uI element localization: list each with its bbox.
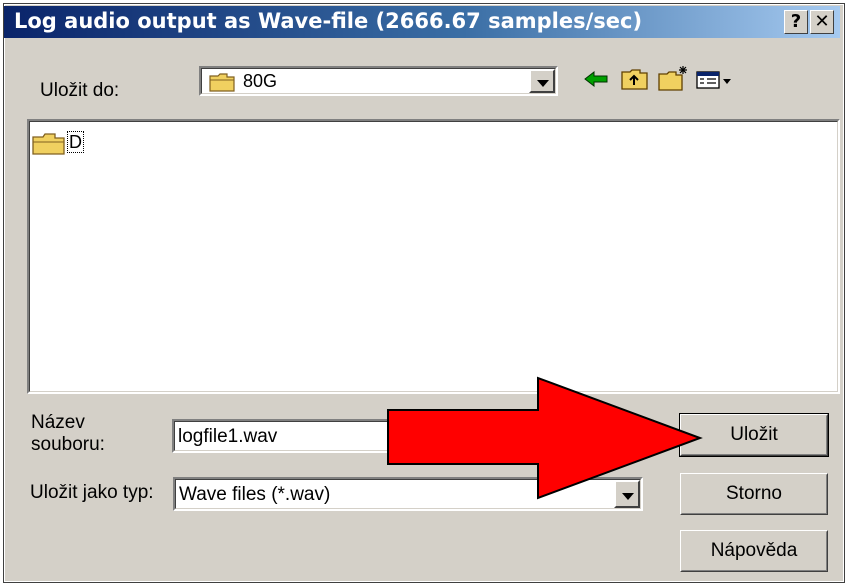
save-in-dropdown-button[interactable]: [529, 69, 555, 93]
filetype-dropdown-button[interactable]: [614, 480, 640, 508]
help-button[interactable]: Nápověda: [680, 530, 828, 572]
filename-label: Název souboru:: [31, 412, 105, 455]
title-bar[interactable]: Log audio output as Wave-file (2666.67 s…: [4, 6, 840, 38]
save-in-label: Uložit do:: [40, 80, 120, 101]
view-menu-icon[interactable]: [695, 64, 735, 94]
help-title-button[interactable]: ?: [784, 10, 808, 34]
close-button[interactable]: ✕: [810, 10, 834, 34]
save-in-value: 80G: [243, 71, 278, 91]
filetype-value: Wave files (*.wav): [179, 484, 331, 505]
save-button[interactable]: Uložit: [679, 413, 829, 457]
folder-icon: [31, 131, 65, 161]
folder-icon: [209, 72, 235, 98]
filename-input[interactable]: logfile1.wav: [172, 419, 642, 453]
new-folder-icon[interactable]: [657, 64, 689, 94]
cancel-button[interactable]: Storno: [680, 473, 828, 515]
up-folder-icon[interactable]: [620, 64, 650, 94]
save-in-dropdown[interactable]: 80G: [199, 66, 558, 96]
filetype-label: Uložit jako typ:: [30, 482, 154, 503]
window-title: Log audio output as Wave-file (2666.67 s…: [14, 9, 643, 33]
back-arrow-icon[interactable]: [583, 64, 611, 94]
filetype-dropdown[interactable]: Wave files (*.wav): [173, 477, 643, 511]
file-list[interactable]: D: [27, 119, 840, 394]
filename-value: logfile1.wav: [178, 426, 278, 447]
folder-label: D: [67, 131, 84, 153]
